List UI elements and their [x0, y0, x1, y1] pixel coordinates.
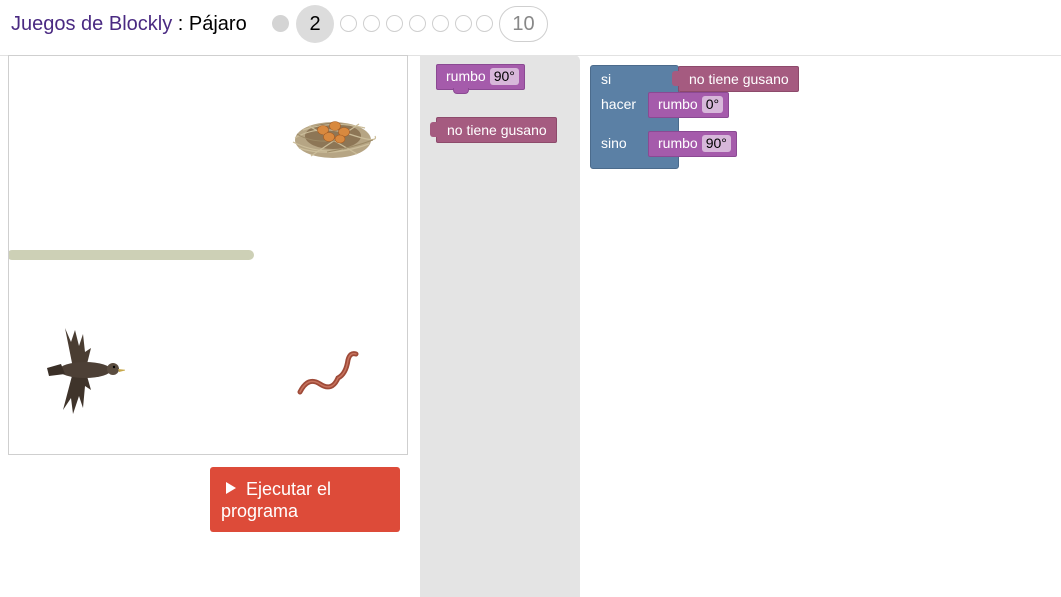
level-8-dot[interactable] — [455, 15, 472, 32]
app-title-link[interactable]: Juegos de Blockly — [11, 13, 172, 35]
level-5-dot[interactable] — [386, 15, 403, 32]
level-last[interactable]: 10 — [499, 6, 548, 42]
play-icon — [226, 482, 236, 494]
output-tab — [430, 122, 437, 137]
game-canvas — [8, 55, 408, 455]
if-label: si — [601, 71, 612, 87]
run-program-label: Ejecutar el programa — [221, 479, 332, 521]
level-6-dot[interactable] — [409, 15, 426, 32]
page-title: Juegos de Blockly : Pájaro — [11, 13, 247, 36]
level-4-dot[interactable] — [363, 15, 380, 32]
do-label: hacer — [601, 96, 637, 112]
blockly-workspace[interactable]: si hacer sino no tiene gusano rumbo 0° ru… — [580, 56, 1061, 597]
workspace-heading-0-block[interactable]: rumbo 0° — [648, 92, 730, 118]
toolbox-no-worm-block[interactable]: no tiene gusano — [430, 117, 557, 143]
level-9-dot[interactable] — [476, 15, 493, 32]
level-1-dot[interactable] — [272, 15, 289, 32]
toolbox-heading-block[interactable]: rumbo 90° — [436, 64, 525, 94]
heading-keyword: rumbo — [658, 96, 698, 112]
heading-angle-field[interactable]: 90° — [489, 68, 519, 85]
level-current[interactable]: 2 — [296, 5, 334, 43]
condition-label: no tiene gusano — [447, 122, 547, 138]
block-notch — [453, 88, 469, 94]
bird-icon — [47, 328, 125, 414]
else-label: sino — [601, 135, 627, 151]
workspace-no-worm-block[interactable]: no tiene gusano — [672, 66, 799, 92]
nest-icon — [292, 121, 377, 158]
toolbox-flyout: rumbo 90° no tiene gusano — [420, 55, 580, 597]
heading-angle-field[interactable]: 90° — [701, 135, 731, 152]
header: Juegos de Blockly : Pájaro 2 10 — [0, 0, 1061, 52]
run-program-button[interactable]: Ejecutar el programa — [210, 467, 400, 532]
worm-icon — [297, 351, 359, 395]
level-7-dot[interactable] — [432, 15, 449, 32]
level-3-dot[interactable] — [340, 15, 357, 32]
title-separator: : — [172, 13, 189, 35]
game-name: Pájaro — [188, 13, 247, 35]
heading-angle-field[interactable]: 0° — [701, 96, 724, 113]
workspace-heading-90-block[interactable]: rumbo 90° — [648, 131, 737, 157]
output-tab — [672, 71, 679, 86]
heading-keyword: rumbo — [446, 68, 486, 84]
heading-keyword: rumbo — [658, 135, 698, 151]
wall — [9, 250, 254, 260]
condition-label: no tiene gusano — [689, 71, 789, 87]
